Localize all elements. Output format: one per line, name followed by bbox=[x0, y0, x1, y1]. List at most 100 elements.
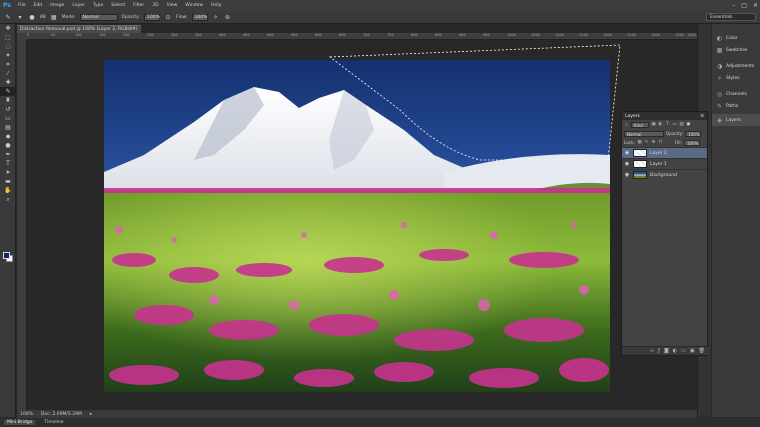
minimize-button[interactable]: – bbox=[732, 2, 735, 9]
panel-adjustments[interactable]: ◑ Adjustments bbox=[712, 60, 760, 72]
panel-color[interactable]: ◐ Color bbox=[712, 32, 760, 44]
tool-preset-chevron-icon[interactable]: ▾ bbox=[16, 13, 24, 21]
menu-filter[interactable]: Filter bbox=[129, 3, 148, 8]
new-adjustment-icon[interactable]: ◐ bbox=[673, 348, 677, 354]
horizontal-ruler[interactable]: 0 50 100 150 200 250 300 350 400 450 500… bbox=[27, 33, 697, 40]
clone-stamp-tool-icon[interactable]: ♜ bbox=[0, 96, 16, 105]
layer-style-icon[interactable]: ƒ bbox=[658, 348, 660, 354]
airbrush-icon[interactable]: ✧ bbox=[212, 13, 220, 21]
menu-image[interactable]: Image bbox=[46, 3, 68, 8]
lock-all-icon[interactable]: ⊓ bbox=[658, 140, 663, 146]
type-tool-icon[interactable]: T bbox=[0, 159, 16, 168]
ruler-tick: 200 bbox=[123, 33, 130, 37]
link-layers-icon[interactable]: ∞ bbox=[650, 348, 654, 354]
status-menu-chevron-icon[interactable]: ▸ bbox=[90, 412, 92, 417]
crop-tool-icon[interactable]: ⌗ bbox=[0, 60, 16, 69]
doc-size-info[interactable]: Doc: 2.09M/5.29M bbox=[41, 412, 82, 417]
path-select-tool-icon[interactable]: ➤ bbox=[0, 168, 16, 177]
flow-field[interactable]: 100% bbox=[191, 13, 208, 21]
ruler-tick: 250 bbox=[147, 33, 154, 37]
filter-shape-icon[interactable]: ▭ bbox=[672, 122, 677, 128]
lock-position-icon[interactable]: ✥ bbox=[651, 140, 656, 146]
maximize-button[interactable]: □ bbox=[741, 2, 747, 9]
pressure-size-icon[interactable]: ⊚ bbox=[224, 13, 232, 21]
blur-tool-icon[interactable]: ◆ bbox=[0, 132, 16, 141]
menu-layer[interactable]: Layer bbox=[68, 3, 89, 8]
panel-channels[interactable]: ◎ Channels bbox=[712, 88, 760, 100]
dodge-tool-icon[interactable]: ● bbox=[0, 141, 16, 150]
menu-help[interactable]: Help bbox=[207, 3, 225, 8]
brush-size-value: 88 bbox=[40, 14, 46, 20]
history-brush-tool-icon[interactable]: ↺ bbox=[0, 105, 16, 114]
paths-icon: ✎ bbox=[716, 102, 723, 110]
quick-select-tool-icon[interactable]: ✦ bbox=[0, 51, 16, 60]
filter-adjustment-icon[interactable]: ◐ bbox=[658, 122, 663, 128]
layer-row-background[interactable]: ◉ Background bbox=[622, 169, 707, 180]
ruler-tick: 1350 bbox=[675, 33, 684, 37]
brush-preset-icon[interactable]: ● bbox=[28, 13, 36, 21]
opacity-field[interactable]: 100% bbox=[144, 13, 161, 21]
menu-window[interactable]: Window bbox=[181, 3, 207, 8]
layer-row-layer-2[interactable]: ◉ Layer 2 bbox=[622, 147, 707, 158]
lasso-tool-icon[interactable]: ◌ bbox=[0, 42, 16, 51]
pen-tool-icon[interactable]: ✒ bbox=[0, 150, 16, 159]
hand-tool-icon[interactable]: ✋ bbox=[0, 186, 16, 195]
marquee-tool-icon[interactable]: ⬚ bbox=[0, 33, 16, 42]
eraser-tool-icon[interactable]: ▭ bbox=[0, 114, 16, 123]
mode-select[interactable]: Normal bbox=[79, 13, 118, 21]
close-button[interactable]: ✕ bbox=[753, 2, 758, 9]
layer-name: Layer 1 bbox=[650, 161, 667, 167]
document-image[interactable] bbox=[104, 60, 610, 392]
document-tab[interactable]: Distraction Removal.psd @ 100% (Layer 2,… bbox=[17, 25, 141, 40]
lock-transparency-icon[interactable]: ▦ bbox=[637, 140, 642, 146]
tab-mini-bridge[interactable]: Mini Bridge bbox=[4, 420, 36, 425]
visibility-eye-icon[interactable]: ◉ bbox=[624, 172, 630, 178]
workspace-select[interactable]: Essentials bbox=[706, 13, 756, 21]
visibility-eye-icon[interactable]: ◉ bbox=[624, 161, 630, 167]
ruler-tick: 1050 bbox=[531, 33, 540, 37]
filter-kind-select[interactable]: Kind bbox=[631, 121, 649, 128]
panel-styles[interactable]: ✧ Styles bbox=[712, 72, 760, 84]
layers-panel-header[interactable]: Layers ≡ bbox=[622, 112, 707, 120]
add-mask-icon[interactable]: ◙ bbox=[664, 348, 669, 354]
layer-opacity-label: Opacity: bbox=[666, 131, 684, 136]
filter-type-icon[interactable]: T bbox=[665, 122, 670, 128]
healing-brush-tool-icon[interactable]: ✚ bbox=[0, 78, 16, 87]
delete-layer-icon[interactable]: 🗑 bbox=[699, 348, 705, 354]
layer-row-layer-1[interactable]: ◉ Layer 1 bbox=[622, 158, 707, 169]
brush-tool-icon[interactable]: ✎ bbox=[4, 13, 12, 21]
panel-swatches[interactable]: ▦ Swatches bbox=[712, 44, 760, 56]
panel-paths[interactable]: ✎ Paths bbox=[712, 100, 760, 112]
move-tool-icon[interactable]: ✥ bbox=[0, 24, 16, 33]
brush-panel-toggle-icon[interactable]: ▦ bbox=[50, 13, 58, 21]
menu-view[interactable]: View bbox=[163, 3, 182, 8]
filter-toggle-icon[interactable]: ● bbox=[686, 122, 691, 128]
gradient-tool-icon[interactable]: ▤ bbox=[0, 123, 16, 132]
shape-tool-icon[interactable]: ▬ bbox=[0, 177, 16, 186]
layer-opacity-field[interactable]: 100% bbox=[685, 130, 702, 137]
menu-select[interactable]: Select bbox=[107, 3, 129, 8]
menu-file[interactable]: File bbox=[14, 3, 30, 8]
filter-pixel-icon[interactable]: ▣ bbox=[651, 122, 656, 128]
panel-layers[interactable]: ◈ Layers bbox=[712, 114, 760, 126]
vertical-ruler[interactable] bbox=[17, 40, 27, 410]
eyedropper-tool-icon[interactable]: ⁄ bbox=[0, 69, 16, 78]
menu-edit[interactable]: Edit bbox=[30, 3, 47, 8]
ruler-origin[interactable] bbox=[17, 33, 27, 40]
filter-smart-object-icon[interactable]: ▤ bbox=[679, 122, 684, 128]
new-group-icon[interactable]: ▭ bbox=[681, 348, 686, 354]
lock-pixels-icon[interactable]: ✎ bbox=[644, 140, 649, 146]
zoom-tool-icon[interactable]: ⌕ bbox=[0, 195, 16, 204]
blend-mode-select[interactable]: Normal bbox=[624, 130, 664, 137]
menu-type[interactable]: Type bbox=[89, 3, 107, 8]
menu-3d[interactable]: 3D bbox=[148, 3, 162, 8]
panel-menu-icon[interactable]: ≡ bbox=[700, 114, 704, 119]
visibility-eye-icon[interactable]: ◉ bbox=[624, 150, 630, 156]
new-layer-icon[interactable]: ▣ bbox=[690, 348, 695, 354]
tab-timeline[interactable]: Timeline bbox=[41, 420, 66, 425]
fill-field[interactable]: 100% bbox=[683, 139, 700, 146]
pressure-opacity-icon[interactable]: ⊙ bbox=[164, 13, 172, 21]
zoom-level[interactable]: 100% bbox=[20, 412, 33, 417]
foreground-color-swatch[interactable] bbox=[3, 252, 10, 259]
brush-tool-icon[interactable]: ✎ bbox=[0, 87, 16, 96]
